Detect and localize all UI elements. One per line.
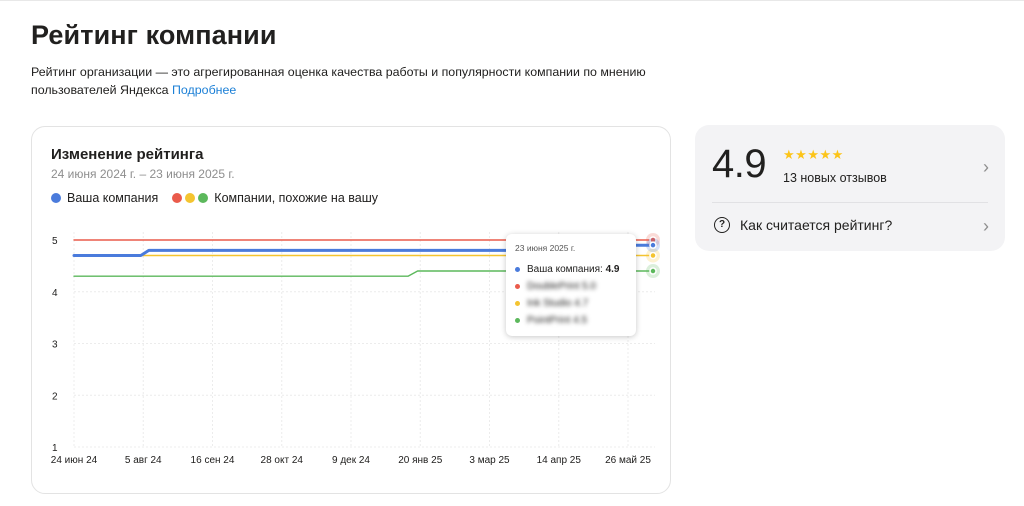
end-point-own xyxy=(649,241,657,249)
x-tick-label: 3 мар 25 xyxy=(469,455,510,466)
y-tick-label: 2 xyxy=(52,391,58,402)
chart-tooltip: 23 июня 2025 г. Ваша компания: 4.9 Doubl… xyxy=(506,234,636,336)
y-tick-label: 1 xyxy=(52,443,58,454)
more-link[interactable]: Подробнее xyxy=(172,83,236,97)
how-rating-calculated-link[interactable]: Как считается рейтинг? xyxy=(740,217,892,233)
x-tick-label: 28 окт 24 xyxy=(261,455,304,466)
x-tick-label: 5 авг 24 xyxy=(125,455,162,466)
tooltip-row-own: Ваша компания: 4.9 xyxy=(515,264,619,275)
end-point-yellow xyxy=(649,251,657,260)
question-circle-icon: ? xyxy=(714,217,730,233)
subtitle-text: Рейтинг организации — это агрегированная… xyxy=(31,65,646,97)
x-tick-label: 24 июн 24 xyxy=(51,455,98,466)
y-tick-label: 3 xyxy=(52,340,58,351)
y-tick-label: 5 xyxy=(52,236,58,247)
tooltip-dot-green xyxy=(515,318,520,323)
chevron-right-icon[interactable]: › xyxy=(983,158,989,176)
tooltip-row-competitor-2: Ink Studio 4.7 xyxy=(515,298,588,309)
page-subtitle: Рейтинг организации — это агрегированная… xyxy=(31,63,671,99)
tooltip-own-text: Ваша компания: xyxy=(527,264,603,275)
reviews-count[interactable]: 13 новых отзывов xyxy=(783,171,887,185)
star-icon: ★ xyxy=(831,147,844,162)
end-point-green xyxy=(649,267,657,275)
x-tick-label: 14 апр 25 xyxy=(537,455,582,466)
rating-chart-card: Изменение рейтинга 24 июня 2024 г. – 23 … xyxy=(31,126,671,494)
rating-value: 4.9 xyxy=(712,142,767,186)
tooltip-dot-red xyxy=(515,284,520,289)
x-tick-label: 26 май 25 xyxy=(605,455,651,466)
tooltip-competitor-2: Ink Studio 4.7 xyxy=(527,298,589,309)
tooltip-competitor-1: DoublePrint 5.0 xyxy=(527,281,596,292)
chevron-right-icon[interactable]: › xyxy=(983,217,989,235)
star-icon: ★ xyxy=(795,147,807,162)
top-divider xyxy=(0,0,1024,1)
tooltip-date: 23 июня 2025 г. xyxy=(515,243,576,253)
tooltip-row-competitor-3: PointPrint 4.5 xyxy=(515,315,587,326)
x-tick-label: 20 янв 25 xyxy=(398,455,442,466)
tooltip-own-label: Ваша компания: 4.9 xyxy=(527,264,619,275)
tooltip-dot-yellow xyxy=(515,301,520,306)
star-icon: ★ xyxy=(807,147,819,162)
tooltip-own-value: 4.9 xyxy=(605,264,620,275)
y-tick-label: 4 xyxy=(52,288,58,299)
tooltip-row-competitor-1: DoublePrint 5.0 xyxy=(515,281,596,292)
star-icon: ★ xyxy=(783,147,795,162)
x-tick-label: 9 дек 24 xyxy=(332,455,370,466)
summary-divider xyxy=(712,202,988,203)
star-icon: ★ xyxy=(819,147,832,162)
rating-summary-card: 4.9 ★ ★ ★ ★ ★ 13 новых отзывов › ? Как счита… xyxy=(695,125,1005,251)
page-title: Рейтинг компании xyxy=(31,20,277,50)
tooltip-competitor-3: PointPrint 4.5 xyxy=(527,315,588,326)
x-tick-label: 16 сен 24 xyxy=(191,455,235,466)
rating-stars: ★ ★ ★ ★ ★ xyxy=(783,148,844,161)
tooltip-dot-own xyxy=(515,267,520,272)
